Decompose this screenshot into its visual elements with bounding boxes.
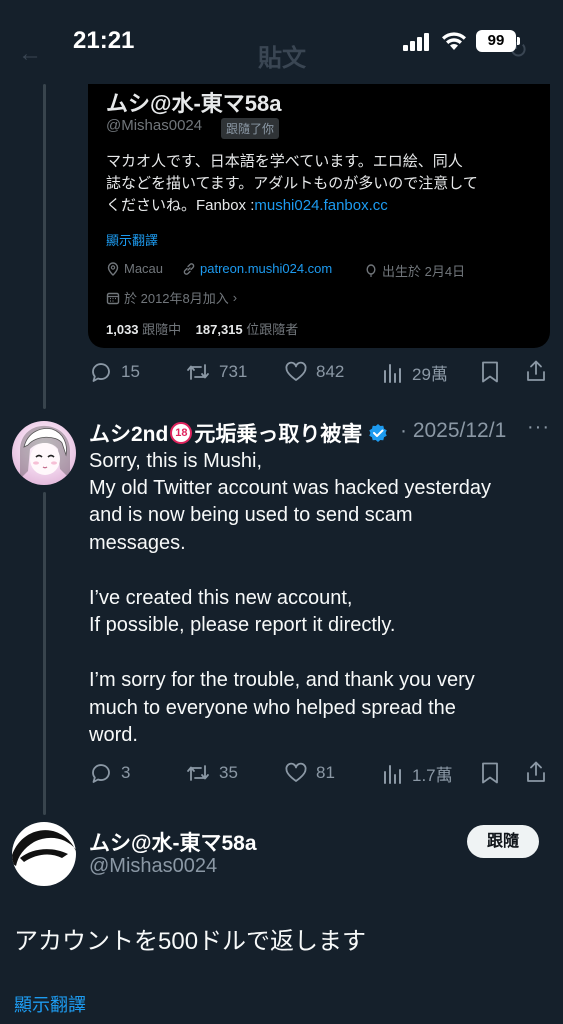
- bio-line: くださいね。Fanbox :mushi024.fanbox.cc: [106, 195, 536, 217]
- tweet-text-line: word.: [89, 724, 138, 746]
- verified-badge-icon: [369, 424, 388, 442]
- page-title: 貼文: [258, 45, 306, 72]
- tweet-author-name[interactable]: ムシ2nd 18 元垢乗っ取り被害: [89, 418, 388, 448]
- bookmark-icon[interactable]: [480, 360, 500, 384]
- reply-icon: [92, 764, 110, 783]
- followers-label: 位跟隨者: [246, 322, 299, 337]
- tweet-author-name[interactable]: ムシ@水-東マ58a: [89, 827, 257, 857]
- following-label: 跟隨中: [142, 322, 182, 337]
- tweet-author-handle[interactable]: @Mishas0024: [89, 855, 217, 878]
- birthday: 出生於 2月4日: [364, 261, 465, 280]
- tweet-text-line: If possible, please report it directly.: [89, 614, 396, 636]
- views-count: 1.7萬: [412, 766, 453, 785]
- more-options-icon[interactable]: ···: [527, 416, 550, 439]
- show-translation-link[interactable]: 顯示翻譯: [14, 991, 86, 1017]
- retweet-button[interactable]: 35: [185, 761, 238, 785]
- bio-text: くださいね。Fanbox :: [106, 197, 255, 214]
- retweet-count: 731: [219, 362, 248, 381]
- followers-count[interactable]: 187,315: [196, 322, 243, 337]
- age-restriction-18-icon: 18: [170, 422, 193, 444]
- views-button[interactable]: 1.7萬: [382, 761, 453, 786]
- reply-button[interactable]: 15: [89, 360, 140, 384]
- tweet-text-line: messages.: [89, 532, 186, 554]
- views-button[interactable]: 29萬: [382, 360, 448, 385]
- retweet-icon: [187, 364, 209, 380]
- tweet-text-line: I’ve created this new account,: [89, 587, 353, 609]
- website-link[interactable]: patreon.mushi024.com: [200, 261, 332, 276]
- thread-line: [43, 84, 46, 409]
- retweet-count: 35: [219, 763, 238, 782]
- battery-indicator: 99: [476, 30, 516, 52]
- cellular-signal-icon: [403, 31, 433, 51]
- fanbox-link[interactable]: mushi024.fanbox.cc: [254, 197, 387, 214]
- share-icon[interactable]: [525, 760, 547, 784]
- tweet-text-line: much to everyone who helped spread the: [89, 697, 456, 719]
- follow-stats: 1,033 跟隨中 187,315 位跟隨者: [106, 319, 298, 338]
- tweet-text-line: Sorry, this is Mushi,: [89, 450, 262, 472]
- like-count: 842: [316, 362, 345, 381]
- location-pin-icon: [107, 261, 119, 276]
- reply-count: 15: [121, 362, 140, 381]
- balloon-icon: [366, 263, 376, 277]
- like-button[interactable]: 81: [284, 761, 335, 785]
- views-chart-icon: [384, 363, 401, 383]
- heart-icon: [285, 361, 307, 381]
- retweet-button[interactable]: 731: [185, 360, 247, 384]
- avatar-illustration: [20, 425, 70, 479]
- tweet-text: アカウントを500ドルで返します: [14, 928, 367, 955]
- tweet-text-line: and is now being used to send scam: [89, 504, 413, 526]
- location-text: Macau: [124, 261, 164, 276]
- tweet-text-line: My old Twitter account was hacked yester…: [89, 477, 492, 499]
- like-count: 81: [316, 763, 335, 782]
- like-button[interactable]: 842: [284, 360, 344, 384]
- quoted-profile-handle: @Mishas0024: [106, 117, 203, 134]
- avatar-illustration: [12, 830, 76, 866]
- follows-you-badge: 跟隨了你: [221, 118, 280, 139]
- joined-text: 於 2012年8月加入: [124, 291, 229, 306]
- author-name-part: ムシ2nd: [89, 423, 169, 446]
- status-time: 21:21: [73, 27, 135, 54]
- avatar[interactable]: [12, 822, 76, 886]
- following-count[interactable]: 1,033: [106, 322, 139, 337]
- show-translation-link[interactable]: 顯示翻譯: [106, 230, 158, 249]
- website[interactable]: patreon.mushi024.com: [182, 261, 332, 276]
- share-icon[interactable]: [525, 359, 547, 383]
- top-bar: 21:21 ← 貼文 ↻ 99: [0, 0, 563, 84]
- joined-date[interactable]: 於 2012年8月加入 ›: [106, 288, 237, 307]
- reply-button[interactable]: 3: [89, 761, 130, 785]
- battery-tip: [517, 37, 520, 45]
- views-count: 29萬: [412, 365, 448, 384]
- thread-line: [43, 492, 46, 815]
- bio-line: 誌などを描いてます。アダルトものが多いので注意して: [106, 175, 478, 192]
- link-icon: [183, 262, 195, 275]
- tweet-date[interactable]: · 2025/12/1: [400, 419, 506, 443]
- bookmark-icon[interactable]: [480, 761, 500, 785]
- views-chart-icon: [384, 764, 401, 784]
- follow-button[interactable]: 跟隨: [467, 825, 539, 858]
- tweet-text-line: I’m sorry for the trouble, and thank you…: [89, 669, 475, 691]
- back-arrow-icon[interactable]: ←: [18, 40, 42, 68]
- bio-line: マカオ人です、日本語を学べています。エロ絵、同人: [106, 153, 463, 170]
- location: Macau: [106, 261, 163, 276]
- heart-icon: [285, 762, 307, 782]
- calendar-icon: [106, 292, 120, 304]
- reply-icon: [92, 363, 110, 382]
- retweet-icon: [187, 765, 209, 781]
- avatar[interactable]: [12, 421, 76, 485]
- chevron-right-icon: ›: [232, 290, 238, 305]
- wifi-icon: [442, 32, 466, 50]
- quoted-profile-name: ムシ@水-東マ58a: [106, 91, 282, 116]
- author-name-part: 元垢乗っ取り被害: [194, 423, 363, 446]
- reply-count: 3: [121, 763, 131, 782]
- birthday-text: 出生於 2月4日: [382, 264, 466, 279]
